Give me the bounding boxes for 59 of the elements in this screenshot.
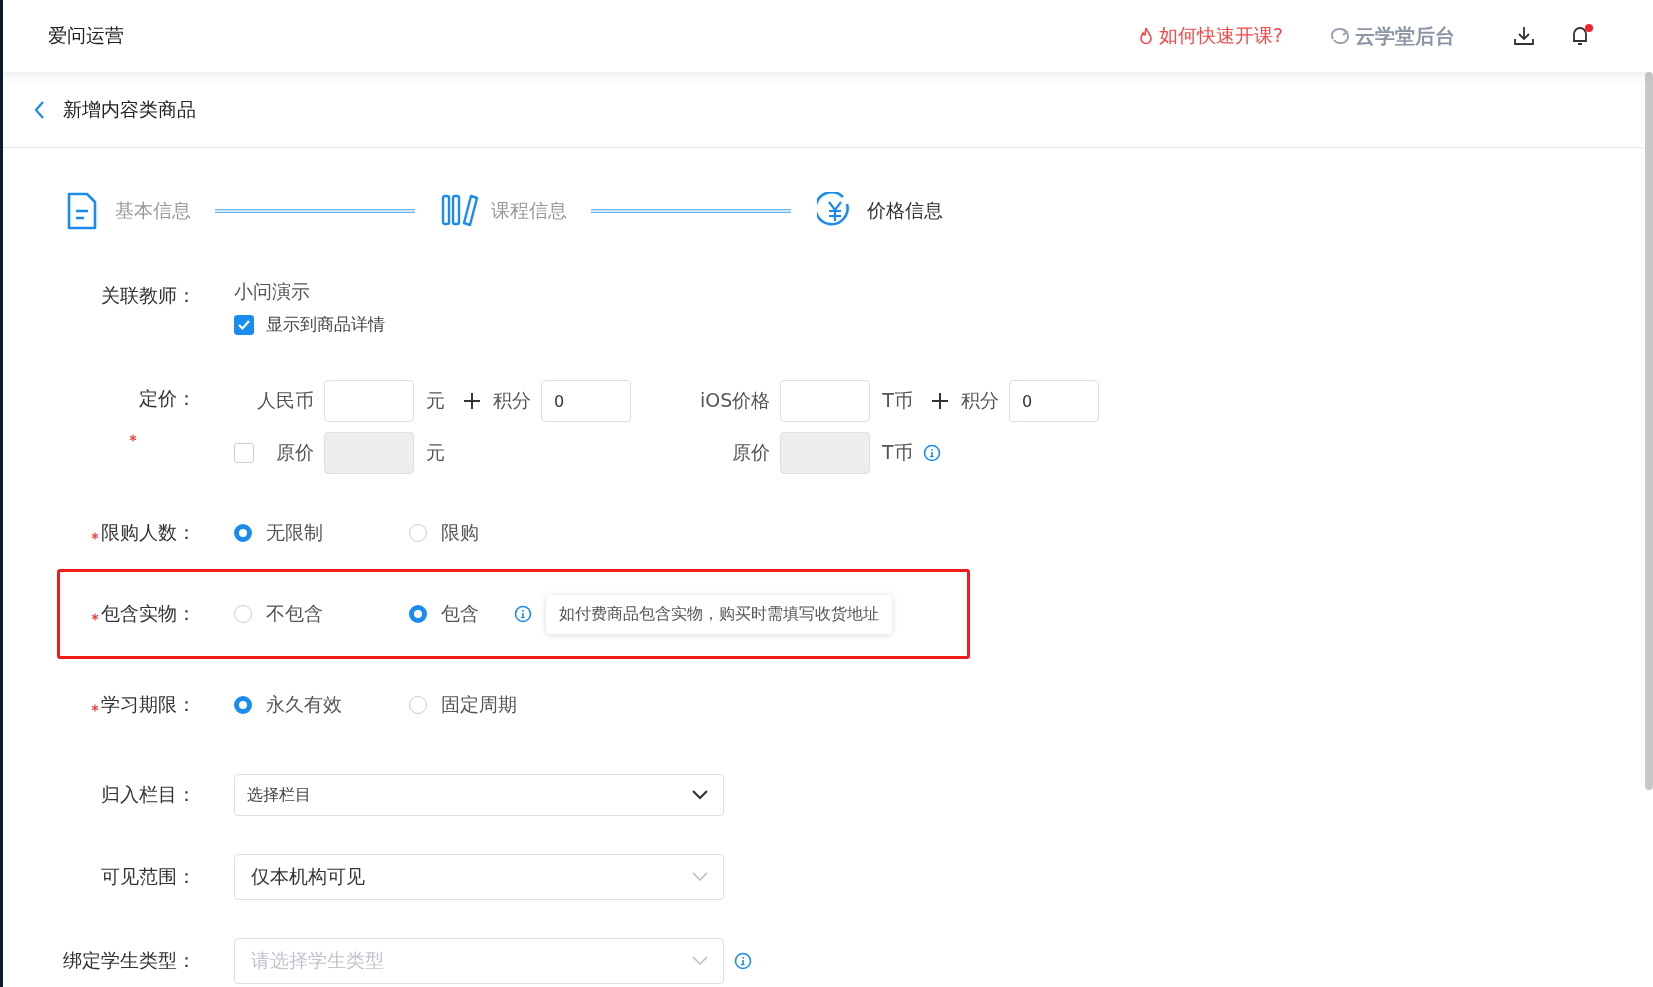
radio-option[interactable]: 固定周期 bbox=[409, 692, 584, 718]
field-label: 可见范围： bbox=[101, 864, 196, 889]
radio-option[interactable]: 限购 bbox=[409, 520, 584, 546]
unit-label: T币 bbox=[882, 440, 913, 465]
price-label: iOS价格 bbox=[700, 388, 771, 413]
download-icon[interactable] bbox=[1513, 25, 1535, 47]
points-label: 积分 bbox=[493, 388, 531, 413]
select-field[interactable]: 仅本机构可见 bbox=[234, 854, 724, 900]
radio-option[interactable]: 不包含 bbox=[234, 601, 409, 627]
teacher-name: 小问演示 bbox=[234, 279, 310, 304]
radio-option[interactable]: 包含 bbox=[409, 601, 504, 627]
price-label: 原价 bbox=[276, 440, 314, 465]
input-field[interactable]: 0 bbox=[541, 380, 631, 422]
unit-label: T币 bbox=[882, 388, 913, 413]
input-field[interactable]: 0 bbox=[1008, 380, 1099, 422]
radio-button[interactable] bbox=[234, 605, 252, 623]
unit-label: 元 bbox=[426, 388, 445, 413]
price-label: 原价 bbox=[732, 441, 770, 463]
plus-icon bbox=[463, 392, 481, 410]
field-label: 定价： bbox=[139, 386, 196, 411]
radio-option[interactable]: 永久有效 bbox=[234, 692, 409, 718]
radio-button[interactable] bbox=[409, 524, 427, 542]
plus-icon bbox=[930, 392, 949, 410]
radio-button[interactable] bbox=[234, 524, 252, 542]
points-label: 积分 bbox=[960, 388, 999, 413]
field-label: 学习期限： bbox=[101, 692, 196, 717]
field-label: 归入栏目： bbox=[101, 782, 196, 807]
info-icon[interactable] bbox=[922, 444, 941, 462]
price-label: 人民币 bbox=[256, 388, 314, 413]
radio-button[interactable] bbox=[234, 696, 252, 714]
help-link[interactable]: 如何快速开课? bbox=[1138, 23, 1283, 49]
field-label: 限购人数： bbox=[101, 520, 196, 545]
radio-button[interactable] bbox=[409, 696, 427, 714]
checkbox[interactable] bbox=[234, 314, 254, 335]
chevron-down-icon bbox=[691, 789, 709, 801]
step-tab[interactable]: 价格信息 bbox=[817, 192, 943, 230]
field-label: 关联教师： bbox=[101, 283, 196, 308]
checkbox-label: 显示到商品详情 bbox=[266, 313, 385, 336]
chevron-down-icon bbox=[691, 955, 709, 967]
checkbox[interactable] bbox=[234, 443, 254, 463]
info-icon[interactable] bbox=[734, 952, 752, 970]
check-icon bbox=[237, 318, 251, 331]
field-label: 包含实物： bbox=[101, 601, 196, 626]
flame-icon bbox=[1138, 27, 1153, 45]
app-name: 爱问运营 bbox=[48, 23, 124, 48]
radio-option[interactable]: 无限制 bbox=[234, 520, 409, 546]
input-field[interactable] bbox=[780, 380, 871, 422]
page-title: 新增内容类商品 bbox=[63, 96, 196, 122]
unit-label: 元 bbox=[426, 440, 445, 465]
input-field[interactable] bbox=[324, 380, 414, 422]
refresh-icon bbox=[1329, 27, 1351, 45]
field-label: 绑定学生类型： bbox=[63, 948, 196, 973]
tooltip: 如付费商品包含实物，购买时需填写收货地址 bbox=[546, 594, 892, 634]
select-field[interactable]: 选择栏目 bbox=[234, 774, 724, 816]
info-icon[interactable] bbox=[514, 605, 532, 623]
chevron-down-icon bbox=[691, 871, 709, 883]
scrollbar[interactable] bbox=[1645, 72, 1653, 790]
radio-button[interactable] bbox=[409, 605, 427, 623]
back-icon[interactable] bbox=[33, 99, 45, 120]
